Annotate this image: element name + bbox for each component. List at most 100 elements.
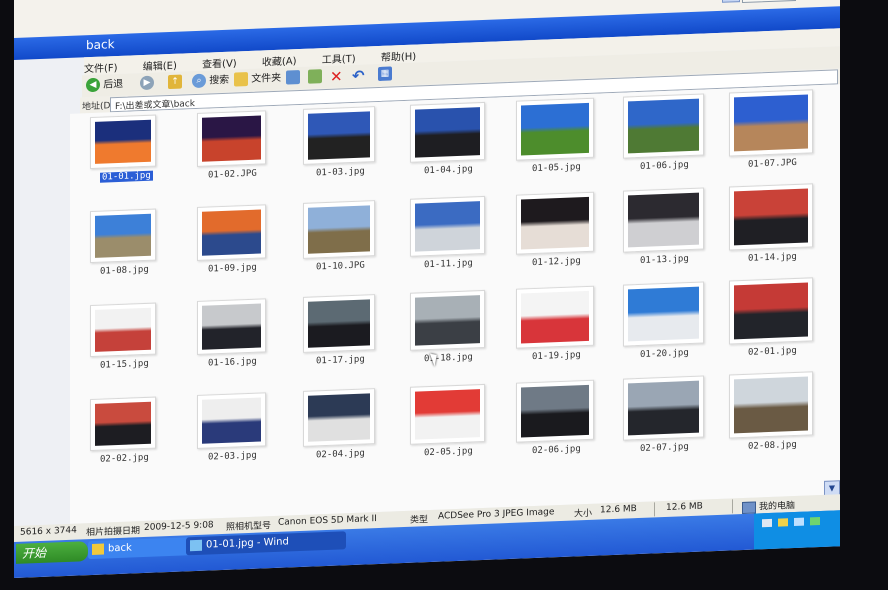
- thumbnail-item[interactable]: [729, 89, 813, 157]
- taskbar-item-label: back: [108, 542, 132, 555]
- tray-volume-icon[interactable]: [794, 517, 804, 527]
- menu-help[interactable]: 帮助(H): [381, 45, 416, 64]
- thumbnail-image: [95, 307, 151, 352]
- folders-button[interactable]: 文件夹: [234, 71, 281, 89]
- thumbnail-item[interactable]: [90, 114, 156, 170]
- thumbnail-filename[interactable]: 02-07.jpg: [640, 442, 689, 454]
- thumbnail-filename[interactable]: 01-14.jpg: [748, 252, 797, 264]
- thumbnail-filename[interactable]: 02-02.jpg: [100, 453, 149, 465]
- thumbnail-item[interactable]: [622, 187, 704, 253]
- up-folder-button[interactable]: ↑: [168, 74, 182, 92]
- thumbnail-item[interactable]: [622, 281, 704, 347]
- thumbnail-filename[interactable]: 01-08.jpg: [100, 265, 149, 277]
- thumbnail-item[interactable]: [196, 298, 266, 355]
- thumbnail-item[interactable]: [729, 183, 813, 251]
- thumbnail-item[interactable]: [622, 93, 704, 159]
- start-button[interactable]: 开始: [16, 541, 88, 564]
- menu-favorites[interactable]: 收藏(A): [262, 49, 297, 68]
- thumbnail-filename[interactable]: 01-02.JPG: [208, 169, 257, 181]
- move-to-icon: [286, 70, 300, 85]
- copy-to-icon: [308, 69, 322, 84]
- thumbnail-item[interactable]: [409, 383, 485, 445]
- go-button[interactable]: →转到: [742, 0, 796, 4]
- thumbnail-item[interactable]: [729, 277, 813, 345]
- thumbnail-image: [95, 213, 151, 258]
- thumbnail-filename[interactable]: 01-03.jpg: [316, 167, 365, 179]
- thumbnail-filename[interactable]: 01-15.jpg: [100, 359, 149, 371]
- thumbnail-item[interactable]: [196, 110, 266, 167]
- thumbnail-image: [414, 295, 480, 346]
- thumbnail-item[interactable]: [303, 294, 375, 353]
- back-button[interactable]: ◀ 后退: [86, 77, 123, 94]
- thumbnail-filename[interactable]: 01-10.JPG: [316, 261, 365, 273]
- status-date-label: 相片拍摄日期: [86, 526, 141, 539]
- delete-button[interactable]: ✕: [330, 67, 343, 85]
- thumbnail-image: [627, 192, 699, 248]
- menu-view[interactable]: 查看(V): [202, 51, 237, 70]
- thumbnail-item[interactable]: [303, 388, 375, 447]
- thumbnail-filename[interactable]: 01-16.jpg: [208, 357, 257, 369]
- thumbnail-filename[interactable]: 01-06.jpg: [640, 160, 689, 172]
- thumbnail-item[interactable]: [196, 204, 266, 261]
- thumbnail-filename[interactable]: 01-09.jpg: [208, 263, 257, 275]
- copy-to-button[interactable]: [308, 69, 322, 86]
- menu-file[interactable]: 文件(F): [84, 56, 118, 75]
- thumbnail-item[interactable]: [622, 375, 704, 441]
- status-size-2: 12.6 MB: [666, 501, 703, 513]
- taskbar-item-image-viewer[interactable]: 01-01.jpg - Wind: [186, 531, 346, 556]
- thumbnail-filename[interactable]: 02-01.jpg: [748, 346, 797, 358]
- tray-alert-icon[interactable]: [778, 518, 788, 527]
- menu-edit[interactable]: 编辑(E): [143, 54, 177, 73]
- thumbnail-image: [95, 401, 151, 446]
- tray-network-icon[interactable]: [762, 518, 772, 528]
- thumbnail-item[interactable]: [516, 379, 594, 443]
- taskbar-item-label: 01-01.jpg - Wind: [206, 536, 289, 551]
- thumbnail-image: [414, 107, 480, 158]
- thumbnail-filename[interactable]: 01-12.jpg: [532, 256, 581, 268]
- menu-tools[interactable]: 工具(T): [322, 47, 356, 66]
- thumbnail-filename[interactable]: 01-17.jpg: [316, 355, 365, 367]
- thumbnail-item[interactable]: [409, 289, 485, 351]
- thumbnail-filename[interactable]: 02-04.jpg: [316, 449, 365, 461]
- thumbnail-filename[interactable]: 01-13.jpg: [640, 254, 689, 266]
- thumbnail-item[interactable]: [303, 200, 375, 259]
- thumbnail-item[interactable]: [516, 191, 594, 255]
- thumbnail-filename[interactable]: 01-07.JPG: [748, 158, 797, 170]
- status-date: 2009-12-5 9:08: [144, 520, 214, 534]
- thumbnail-filename[interactable]: 01-04.jpg: [424, 164, 473, 176]
- thumbnail-filename[interactable]: 01-19.jpg: [532, 350, 581, 362]
- thumbnail-item[interactable]: [516, 97, 594, 161]
- thumbnail-item[interactable]: [90, 208, 156, 264]
- thumbnail-item[interactable]: [90, 396, 156, 452]
- move-to-button[interactable]: [286, 70, 300, 87]
- views-button[interactable]: ▦: [378, 66, 392, 83]
- thumbnail-filename[interactable]: 01-05.jpg: [532, 162, 581, 174]
- thumbnail-filename[interactable]: 02-08.jpg: [748, 440, 797, 452]
- forward-button[interactable]: ▶: [140, 75, 154, 93]
- thumbnail-filename[interactable]: 01-20.jpg: [640, 348, 689, 360]
- thumbnail-filename[interactable]: 02-06.jpg: [532, 444, 581, 456]
- thumbnail-item[interactable]: [303, 106, 375, 165]
- thumbnail-image: [201, 115, 261, 162]
- thumbnail-filename[interactable]: 02-05.jpg: [424, 446, 473, 458]
- thumbnail-item[interactable]: [409, 195, 485, 257]
- window-title: back: [86, 37, 115, 53]
- thumbnail-filename[interactable]: 01-01.jpg: [100, 170, 153, 183]
- thumbnail-item[interactable]: [90, 302, 156, 358]
- address-dropdown-arrow[interactable]: ▼: [722, 0, 740, 3]
- tray-security-icon[interactable]: [810, 517, 820, 526]
- up-folder-icon: ↑: [168, 74, 182, 90]
- my-computer-icon: [742, 500, 756, 514]
- thumbnail-item[interactable]: [409, 101, 485, 163]
- thumbnail-image: [201, 397, 261, 444]
- thumbnail-item[interactable]: [729, 371, 813, 439]
- thumbnail-item[interactable]: [196, 392, 266, 449]
- taskbar-item-back[interactable]: back: [88, 536, 198, 560]
- thumbnail-item[interactable]: [516, 285, 594, 349]
- thumbnail-filename[interactable]: 02-03.jpg: [208, 451, 257, 463]
- image-viewer-icon: [190, 539, 202, 552]
- thumbnail-filename[interactable]: 01-11.jpg: [424, 258, 473, 270]
- undo-button[interactable]: ↶: [352, 67, 365, 85]
- search-button[interactable]: ⌕ 搜索: [192, 73, 229, 90]
- views-grid-icon: ▦: [378, 66, 392, 82]
